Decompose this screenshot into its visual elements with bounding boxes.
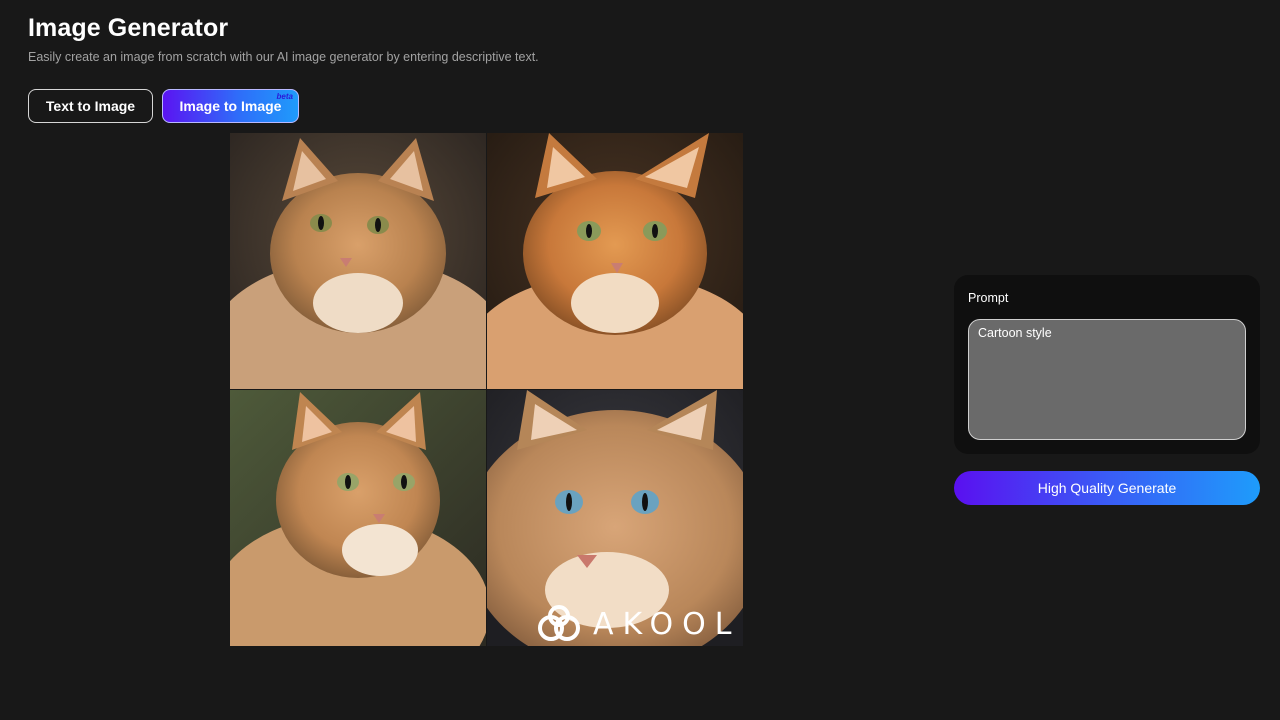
- cat-image: [487, 133, 743, 389]
- cat-image: [230, 133, 486, 389]
- generated-image-1[interactable]: [230, 133, 486, 389]
- prompt-panel: Prompt Cartoon style: [954, 275, 1260, 454]
- beta-badge: beta: [276, 92, 293, 101]
- image-generator-page: Image Generator Easily create an image f…: [0, 0, 1280, 720]
- tab-label: Text to Image: [45, 98, 136, 114]
- generated-image-3[interactable]: [230, 390, 486, 646]
- cat-image: [230, 390, 486, 646]
- akool-logo-icon: [538, 605, 580, 641]
- generate-button-label: High Quality Generate: [1037, 480, 1177, 496]
- prompt-label: Prompt: [968, 291, 1009, 305]
- tab-label: Image to Image: [179, 98, 282, 114]
- page-title: Image Generator: [28, 14, 229, 42]
- akool-watermark: AKOOL: [535, 604, 741, 644]
- generated-image-grid: [230, 133, 743, 646]
- prompt-input[interactable]: Cartoon style: [968, 319, 1246, 440]
- page-subtitle: Easily create an image from scratch with…: [28, 50, 539, 64]
- mode-tabs: Text to Image Image to Image beta: [28, 89, 299, 123]
- high-quality-generate-button[interactable]: High Quality Generate: [954, 471, 1260, 505]
- generated-image-2[interactable]: [487, 133, 743, 389]
- tab-text-to-image[interactable]: Text to Image: [28, 89, 153, 123]
- tab-image-to-image[interactable]: Image to Image beta: [162, 89, 299, 123]
- watermark-text: AKOOL: [593, 606, 741, 642]
